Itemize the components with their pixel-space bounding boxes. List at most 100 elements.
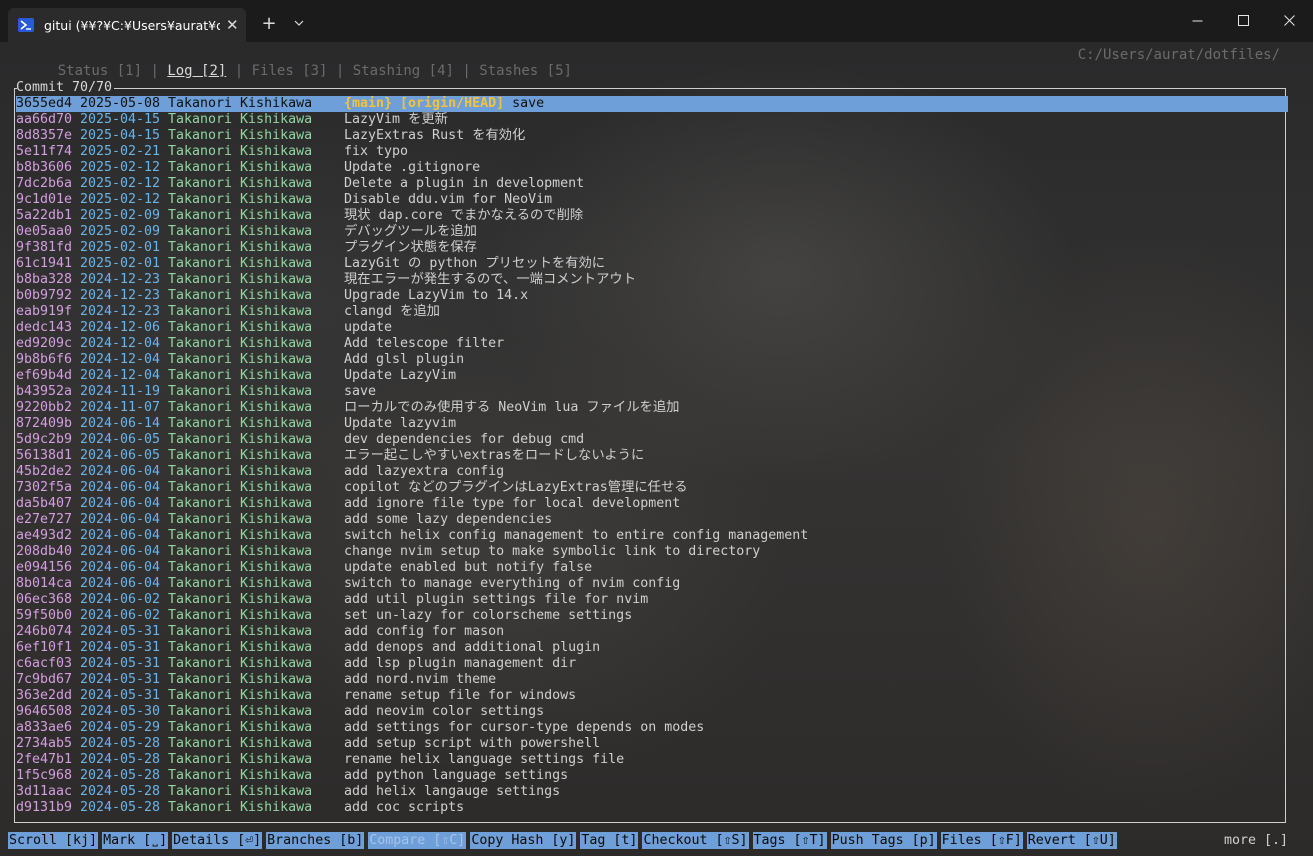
commit-row[interactable]: 3d11aac 2024-05-28 Takanori Kishikawa add h…	[16, 784, 1288, 800]
commit-message: 現在エラーが発生するので、一端コメントアウト	[344, 272, 636, 287]
terminal-tab[interactable]: gitui (¥¥?¥C:¥Users¥aurat¥dot ✕	[8, 8, 246, 42]
new-tab-button[interactable]: +	[254, 8, 284, 38]
commit-message-wrap: add python language settings	[344, 768, 568, 784]
commit-row[interactable]: e27e727 2024-06-04 Takanori Kishikawa add s…	[16, 512, 1288, 528]
commit-author: Takanori Kishikawa	[168, 640, 313, 655]
commit-date: 2024-06-02	[80, 592, 161, 607]
commit-date: 2024-06-14	[80, 416, 161, 431]
tab-dropdown-button[interactable]	[284, 8, 314, 38]
commit-date: 2024-06-05	[80, 432, 161, 447]
commit-row[interactable]: b8ba328 2024-12-23 Takanori Kishikawa 現在エラー…	[16, 272, 1288, 288]
commit-hash: 9646508	[16, 704, 73, 719]
gitui-tab-bar: Status [1] | Log [2] | Files [3] | Stash…	[24, 47, 572, 79]
maximize-button[interactable]	[1220, 0, 1266, 40]
commit-author: Takanori Kishikawa	[168, 624, 313, 639]
commit-row[interactable]: 363e2dd 2024-05-31 Takanori Kishikawa renam…	[16, 688, 1288, 704]
command-checkout[interactable]: Checkout [⇧S]	[642, 832, 749, 849]
minimize-button[interactable]	[1174, 0, 1220, 40]
commit-row[interactable]: a833ae6 2024-05-29 Takanori Kishikawa add s…	[16, 720, 1288, 736]
tab-stashes[interactable]: Stashes [5]	[479, 63, 572, 79]
commit-row[interactable]: 61c1941 2025-02-01 Takanori Kishikawa LazyG…	[16, 256, 1288, 272]
commit-row[interactable]: dedc143 2024-12-06 Takanori Kishikawa updat…	[16, 320, 1288, 336]
commit-row[interactable]: d9131b9 2024-05-28 Takanori Kishikawa add c…	[16, 800, 1288, 816]
commit-row[interactable]: 8b014ca 2024-06-04 Takanori Kishikawa switc…	[16, 576, 1288, 592]
tab-files[interactable]: Files [3]	[252, 63, 328, 79]
commit-message-wrap: Update lazyvim	[344, 416, 456, 432]
commit-row[interactable]: 5d9c2b9 2024-06-05 Takanori Kishikawa dev d…	[16, 432, 1288, 448]
commit-row[interactable]: 59f50b0 2024-06-02 Takanori Kishikawa set u…	[16, 608, 1288, 624]
commit-message: update enabled but notify false	[344, 560, 593, 575]
commit-row[interactable]: 1f5c968 2024-05-28 Takanori Kishikawa add p…	[16, 768, 1288, 784]
command-branches[interactable]: Branches [b]	[266, 832, 365, 849]
commit-row[interactable]: 9646508 2024-05-30 Takanori Kishikawa add n…	[16, 704, 1288, 720]
tab-log[interactable]: Log [2]	[167, 63, 226, 79]
commit-author: Takanori Kishikawa	[168, 112, 313, 127]
tab-status[interactable]: Status [1]	[58, 63, 142, 79]
commit-row[interactable]: ed9209c 2024-12-04 Takanori Kishikawa Add t…	[16, 336, 1288, 352]
command-copy-hash[interactable]: Copy Hash [y]	[470, 832, 577, 849]
commit-date: 2024-11-19	[80, 384, 161, 399]
commit-row[interactable]: 208db40 2024-06-04 Takanori Kishikawa chang…	[16, 544, 1288, 560]
commit-row[interactable]: b43952a 2024-11-19 Takanori Kishikawa save	[16, 384, 1288, 400]
commit-row[interactable]: 45b2de2 2024-06-04 Takanori Kishikawa add l…	[16, 464, 1288, 480]
commit-row[interactable]: 2fe47b1 2024-05-28 Takanori Kishikawa renam…	[16, 752, 1288, 768]
commit-row[interactable]: 06ec368 2024-06-02 Takanori Kishikawa add u…	[16, 592, 1288, 608]
tab-stashing[interactable]: Stashing [4]	[353, 63, 454, 79]
commit-row[interactable]: da5b407 2024-06-04 Takanori Kishikawa add i…	[16, 496, 1288, 512]
commit-hash: 872409b	[16, 416, 73, 431]
commit-row[interactable]: 872409b 2024-06-14 Takanori Kishikawa Updat…	[16, 416, 1288, 432]
command-tags[interactable]: Tags [⇧T]	[752, 832, 827, 849]
commit-row[interactable]: ae493d2 2024-06-04 Takanori Kishikawa switc…	[16, 528, 1288, 544]
commit-author: Takanori Kishikawa	[168, 144, 313, 159]
commit-row[interactable]: 9c1d01e 2025-02-12 Takanori Kishikawa Disab…	[16, 192, 1288, 208]
commit-row[interactable]: 7c9bd67 2024-05-31 Takanori Kishikawa add n…	[16, 672, 1288, 688]
commit-message-wrap: switch to manage everything of nvim conf…	[344, 576, 680, 592]
commit-row[interactable]: 246b074 2024-05-31 Takanori Kishikawa add c…	[16, 624, 1288, 640]
commit-hash: c6acf03	[16, 656, 73, 671]
commit-row[interactable]: 5a22db1 2025-02-09 Takanori Kishikawa 現状 da…	[16, 208, 1288, 224]
minimize-icon	[1192, 20, 1202, 21]
commit-row[interactable]: 0e05aa0 2025-02-09 Takanori Kishikawa デバッグツ…	[16, 224, 1288, 240]
commit-row[interactable]: ef69b4d 2024-12-04 Takanori Kishikawa Updat…	[16, 368, 1288, 384]
command-push-tags[interactable]: Push Tags [p]	[830, 832, 937, 849]
commit-row[interactable]: 5e11f74 2025-02-21 Takanori Kishikawa fix t…	[16, 144, 1288, 160]
commit-row[interactable]: 9f381fd 2025-02-01 Takanori Kishikawa プラグイン…	[16, 240, 1288, 256]
commit-message-wrap: update enabled but notify false	[344, 560, 592, 576]
commit-row[interactable]: aa66d70 2025-04-15 Takanori Kishikawa LazyV…	[16, 112, 1288, 128]
commit-row[interactable]: 8d8357e 2025-04-15 Takanori Kishikawa LazyE…	[16, 128, 1288, 144]
commit-row[interactable]: b0b9792 2024-12-23 Takanori Kishikawa Upgra…	[16, 288, 1288, 304]
command-mark[interactable]: Mark [˽]	[102, 832, 169, 849]
command-compare[interactable]: Compare [⇧C]	[368, 832, 467, 849]
commit-message-wrap: change nvim setup to make symbolic link …	[344, 544, 760, 560]
commit-row[interactable]: 9b8b6f6 2024-12-04 Takanori Kishikawa Add g…	[16, 352, 1288, 368]
commit-row[interactable]: 2734ab5 2024-05-28 Takanori Kishikawa add s…	[16, 736, 1288, 752]
commit-date: 2024-12-04	[80, 336, 161, 351]
commit-message-wrap: Delete a plugin in development	[344, 176, 584, 192]
commit-row[interactable]: 3655ed4 2025-05-08 Takanori Kishikawa {main…	[16, 96, 1288, 112]
commit-row[interactable]: 9220bb2 2024-11-07 Takanori Kishikawa ローカルで…	[16, 400, 1288, 416]
commit-row[interactable]: 7302f5a 2024-06-04 Takanori Kishikawa copil…	[16, 480, 1288, 496]
commit-author: Takanori Kishikawa	[168, 496, 313, 511]
commit-row[interactable]: eab919f 2024-12-23 Takanori Kishikawa clang…	[16, 304, 1288, 320]
commit-row[interactable]: c6acf03 2024-05-31 Takanori Kishikawa add l…	[16, 656, 1288, 672]
commit-row[interactable]: 6ef10f1 2024-05-31 Takanori Kishikawa add d…	[16, 640, 1288, 656]
command-revert[interactable]: Revert [⇧U]	[1026, 832, 1117, 849]
commit-row[interactable]: 7dc2b6a 2025-02-12 Takanori Kishikawa Delet…	[16, 176, 1288, 192]
commit-row[interactable]: 56138d1 2024-06-05 Takanori Kishikawa エラー起こ…	[16, 448, 1288, 464]
commit-row[interactable]: b8b3606 2025-02-12 Takanori Kishikawa Updat…	[16, 160, 1288, 176]
commit-date: 2024-05-30	[80, 704, 161, 719]
commit-message: add lazyextra config	[344, 464, 505, 479]
command-scroll[interactable]: Scroll [kj]	[8, 832, 99, 849]
commit-row[interactable]: e094156 2024-06-04 Takanori Kishikawa updat…	[16, 560, 1288, 576]
more-commands[interactable]: more [.]	[1224, 832, 1288, 849]
close-window-button[interactable]	[1266, 0, 1312, 40]
command-details[interactable]: Details [⏎]	[172, 832, 263, 849]
commit-message: Update LazyVim	[344, 368, 457, 383]
command-tag[interactable]: Tag [t]	[580, 832, 639, 849]
command-files[interactable]: Files [⇧F]	[940, 832, 1023, 849]
commit-message: add settings for cursor-type depends on …	[344, 720, 705, 735]
commit-hash: 3d11aac	[16, 784, 73, 799]
close-tab-icon[interactable]: ✕	[226, 16, 239, 34]
commit-message-wrap: add config for mason	[344, 624, 504, 640]
commit-hash: 45b2de2	[16, 464, 73, 479]
